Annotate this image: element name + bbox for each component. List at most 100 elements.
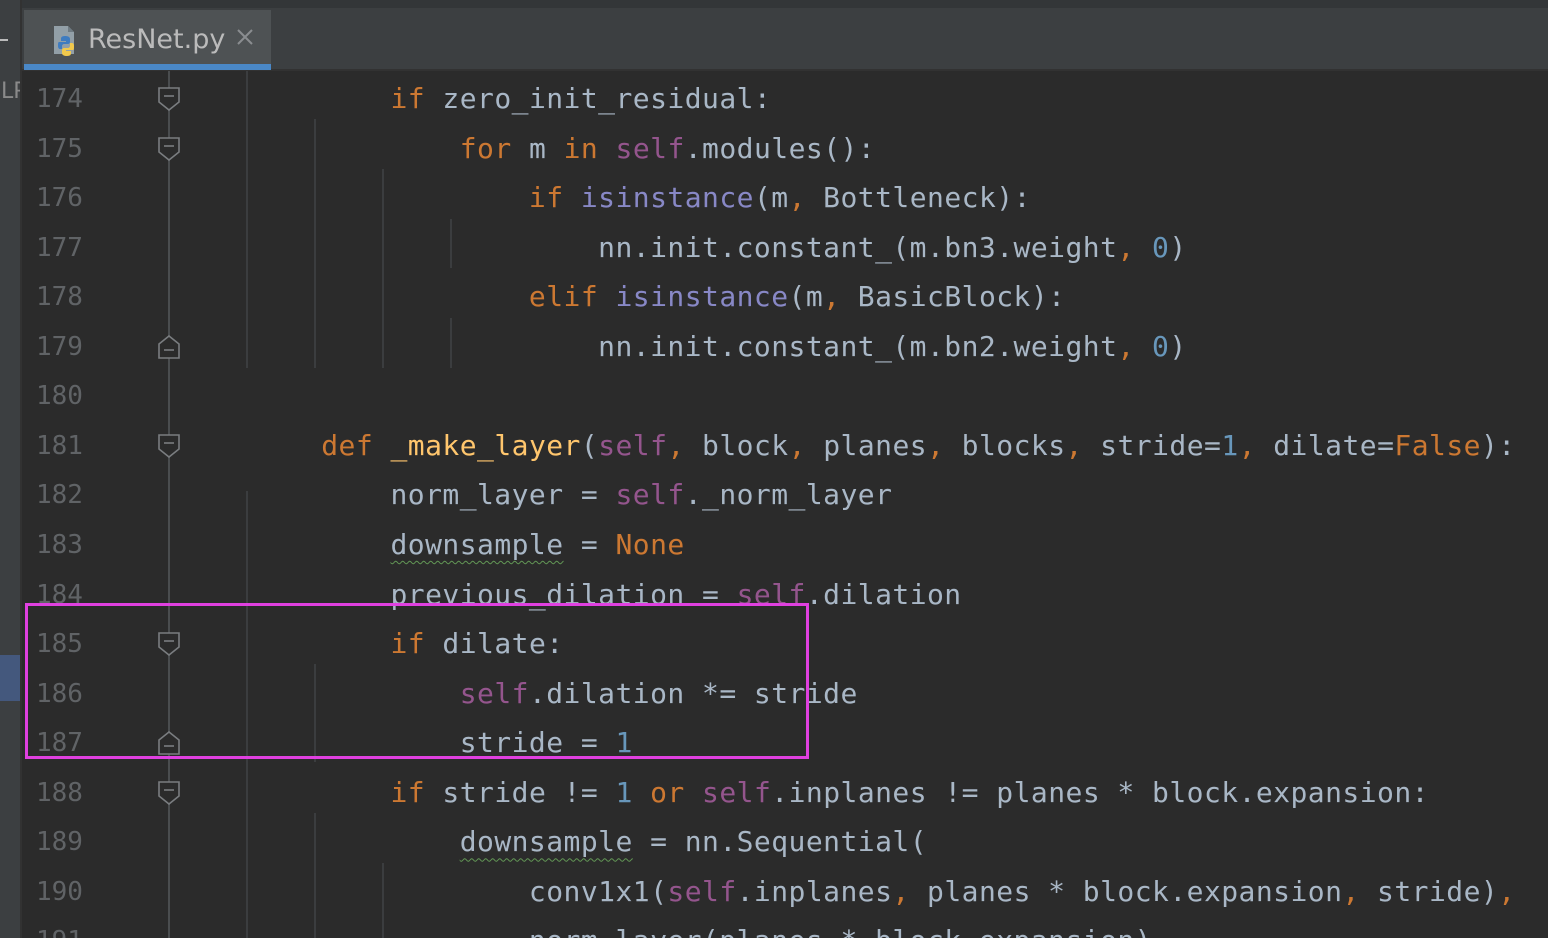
token-num: 0	[1152, 329, 1170, 363]
token-self: self	[736, 577, 806, 611]
code-line[interactable]: 188 if stride != 1 or self.inplanes != p…	[22, 768, 1548, 818]
token-builtin: isinstance	[580, 181, 754, 215]
token-punct: ,	[892, 874, 910, 908]
tab-title: ResNet.py	[88, 24, 226, 55]
line-number[interactable]: 186	[36, 677, 96, 711]
token-num: 1	[615, 775, 633, 809]
code-editor[interactable]: 174 if zero_init_residual: 175 for m in s…	[22, 71, 1548, 938]
token-text: stride =	[252, 726, 616, 760]
code-text[interactable]: if stride != 1 or self.inplanes != plane…	[252, 775, 1429, 811]
code-text[interactable]: norm_layer = self._norm_layer	[252, 477, 892, 513]
token-text: block	[684, 428, 789, 462]
token-text: .dilation *= stride	[528, 676, 858, 710]
token-text: (m	[753, 181, 789, 215]
code-line[interactable]: 184 previous_dilation = self.dilation	[22, 570, 1548, 620]
code-text[interactable]: stride = 1	[252, 725, 633, 761]
token-text: )	[1169, 329, 1187, 363]
code-text[interactable]: norm_layer(planes * block.expansion),	[252, 923, 1169, 938]
line-number[interactable]: 191	[36, 924, 96, 938]
code-line[interactable]: 179 nn.init.constant_(m.bn2.weight, 0)	[22, 322, 1548, 372]
fold-open-icon[interactable]	[158, 780, 180, 805]
line-number[interactable]: 185	[36, 627, 96, 661]
code-line[interactable]: 176 if isinstance(m, Bottleneck):	[22, 173, 1548, 223]
code-line[interactable]: 190 conv1x1(self.inplanes, planes * bloc…	[22, 867, 1548, 917]
fold-open-icon[interactable]	[158, 434, 180, 458]
token-text: zero_init_residual:	[425, 82, 772, 115]
code-text[interactable]: previous_dilation = self.dilation	[252, 577, 962, 613]
token-punct: ,	[1498, 874, 1516, 908]
close-icon[interactable]	[234, 26, 256, 48]
code-text[interactable]: downsample = None	[252, 527, 685, 563]
line-number[interactable]: 188	[36, 776, 96, 810]
code-text[interactable]: if dilate:	[252, 626, 564, 662]
token-self: self	[598, 428, 668, 462]
code-line[interactable]: 178 elif isinstance(m, BasicBlock):	[22, 272, 1548, 322]
code-text[interactable]: self.dilation *= stride	[252, 676, 858, 712]
code-text[interactable]: conv1x1(self.inplanes, planes * block.ex…	[252, 874, 1516, 910]
token-punct: ,	[667, 428, 685, 462]
collapse-arrow-icon[interactable]	[0, 39, 8, 41]
fold-open-icon[interactable]	[158, 136, 180, 161]
token-kw: elif	[528, 280, 599, 314]
token-self: self	[667, 874, 737, 908]
code-line[interactable]: 177 nn.init.constant_(m.bn3.weight, 0)	[22, 223, 1548, 273]
python-file-icon	[54, 26, 74, 56]
code-line[interactable]: 175 for m in self.modules():	[22, 124, 1548, 174]
token-text: stride !=	[425, 775, 616, 809]
token-text: (	[580, 428, 599, 462]
editor-tab-resnet[interactable]: ResNet.py	[24, 10, 271, 70]
line-number[interactable]: 184	[36, 578, 96, 612]
code-text[interactable]: nn.init.constant_(m.bn3.weight, 0)	[252, 230, 1187, 266]
code-line[interactable]: 186 self.dilation *= stride	[22, 669, 1548, 719]
line-number[interactable]: 181	[36, 429, 96, 463]
token-fn: _make_layer	[390, 428, 581, 462]
code-line[interactable]: 174 if zero_init_residual:	[22, 74, 1548, 124]
token-kw: if	[390, 82, 426, 115]
line-number[interactable]: 189	[36, 825, 96, 859]
line-number[interactable]: 183	[36, 528, 96, 562]
code-line[interactable]: 189 downsample = nn.Sequential(	[22, 817, 1548, 867]
line-number[interactable]: 177	[36, 231, 96, 265]
line-number[interactable]: 174	[36, 82, 96, 116]
fold-open-icon[interactable]	[158, 632, 180, 657]
line-number[interactable]: 182	[36, 478, 96, 512]
token-text: norm_layer =	[252, 478, 616, 512]
code-line[interactable]: 183 downsample = None	[22, 520, 1548, 570]
fold-close-icon[interactable]	[158, 334, 180, 359]
code-text[interactable]: downsample = nn.Sequential(	[252, 824, 927, 860]
code-text[interactable]: elif isinstance(m, BasicBlock):	[252, 279, 1065, 315]
code-line[interactable]: 182 norm_layer = self._norm_layer	[22, 470, 1548, 520]
token-text: .inplanes != planes * block.expansion:	[771, 775, 1429, 809]
line-number[interactable]: 176	[36, 181, 96, 215]
code-line[interactable]: 180	[22, 371, 1548, 421]
code-text[interactable]: for m in self.modules():	[252, 131, 875, 167]
line-number[interactable]: 179	[36, 330, 96, 364]
token-text: dilate:	[425, 627, 564, 661]
project-panel-edge[interactable]: LP	[0, 0, 27, 938]
code-line[interactable]: 191 norm_layer(planes * block.expansion)…	[22, 916, 1548, 938]
fold-open-icon[interactable]	[158, 87, 180, 111]
token-punct: ,	[823, 280, 841, 314]
line-number[interactable]: 180	[36, 379, 96, 413]
token-punct: ,	[927, 428, 945, 462]
fold-close-icon[interactable]	[158, 731, 180, 755]
line-number[interactable]: 190	[36, 875, 96, 909]
code-text[interactable]: if zero_init_residual:	[252, 81, 771, 117]
code-text[interactable]: nn.init.constant_(m.bn2.weight, 0)	[252, 329, 1187, 365]
code-line[interactable]: 187 stride = 1	[22, 718, 1548, 768]
token-punct: ,	[788, 428, 806, 462]
code-text[interactable]: def _make_layer(self, block, planes, blo…	[252, 428, 1516, 464]
code-line[interactable]: 181 def _make_layer(self, block, planes,…	[22, 421, 1548, 471]
token-text: nn.init.constant_(m.bn2.weight	[252, 329, 1118, 363]
line-number[interactable]: 175	[36, 132, 96, 166]
code-text[interactable]: if isinstance(m, Bottleneck):	[252, 180, 1031, 216]
token-text: blocks	[944, 428, 1066, 462]
line-number[interactable]: 187	[36, 726, 96, 760]
code-line[interactable]: 185 if dilate:	[22, 619, 1548, 669]
line-number[interactable]: 178	[36, 280, 96, 314]
